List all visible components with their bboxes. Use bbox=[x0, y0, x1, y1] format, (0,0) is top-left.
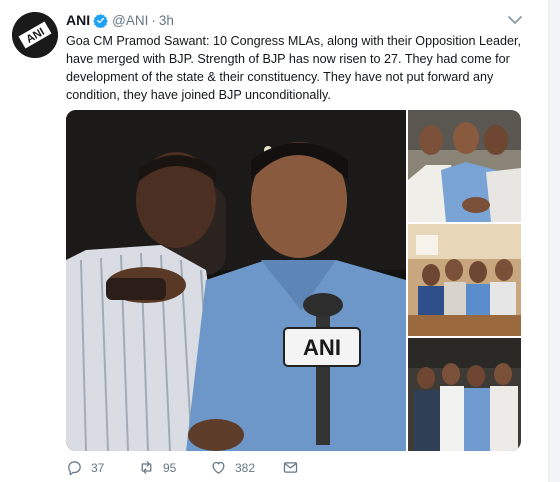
main-photo[interactable]: ANI bbox=[66, 110, 406, 451]
verified-badge-icon bbox=[93, 13, 108, 28]
tweet-header: ANI @ANI · 3h bbox=[66, 11, 174, 29]
handle[interactable]: @ANI bbox=[112, 13, 148, 28]
envelope-icon bbox=[283, 462, 298, 473]
retweet-icon bbox=[141, 461, 152, 474]
reply-button[interactable]: 37 bbox=[66, 459, 104, 476]
mic-logo-text: ANI bbox=[303, 335, 341, 360]
retweet-count: 95 bbox=[163, 460, 177, 475]
reply-count: 37 bbox=[91, 460, 105, 475]
scrollbar-track[interactable] bbox=[549, 0, 560, 482]
heart-icon bbox=[212, 461, 225, 474]
tweet-actions: 37 95 382 bbox=[66, 459, 526, 481]
media-grid[interactable]: ANI bbox=[66, 110, 521, 451]
timestamp[interactable]: 3h bbox=[159, 13, 174, 28]
chevron-down-icon[interactable] bbox=[507, 13, 523, 27]
separator-dot: · bbox=[151, 12, 156, 28]
thumbnail-photo-3[interactable] bbox=[408, 338, 521, 451]
avatar[interactable]: ANI bbox=[12, 12, 58, 58]
display-name[interactable]: ANI bbox=[66, 12, 90, 28]
thumbnail-photo-2[interactable] bbox=[408, 224, 521, 336]
thumbnail-photo-1[interactable] bbox=[408, 110, 521, 222]
like-count: 382 bbox=[235, 460, 256, 475]
like-button[interactable]: 382 bbox=[210, 459, 255, 476]
reply-icon bbox=[68, 461, 81, 476]
direct-message-button[interactable] bbox=[282, 459, 307, 476]
retweet-button[interactable]: 95 bbox=[138, 459, 176, 476]
ani-logo: ANI bbox=[12, 12, 58, 58]
tweet-text: Goa CM Pramod Sawant: 10 Congress MLAs, … bbox=[66, 34, 522, 102]
